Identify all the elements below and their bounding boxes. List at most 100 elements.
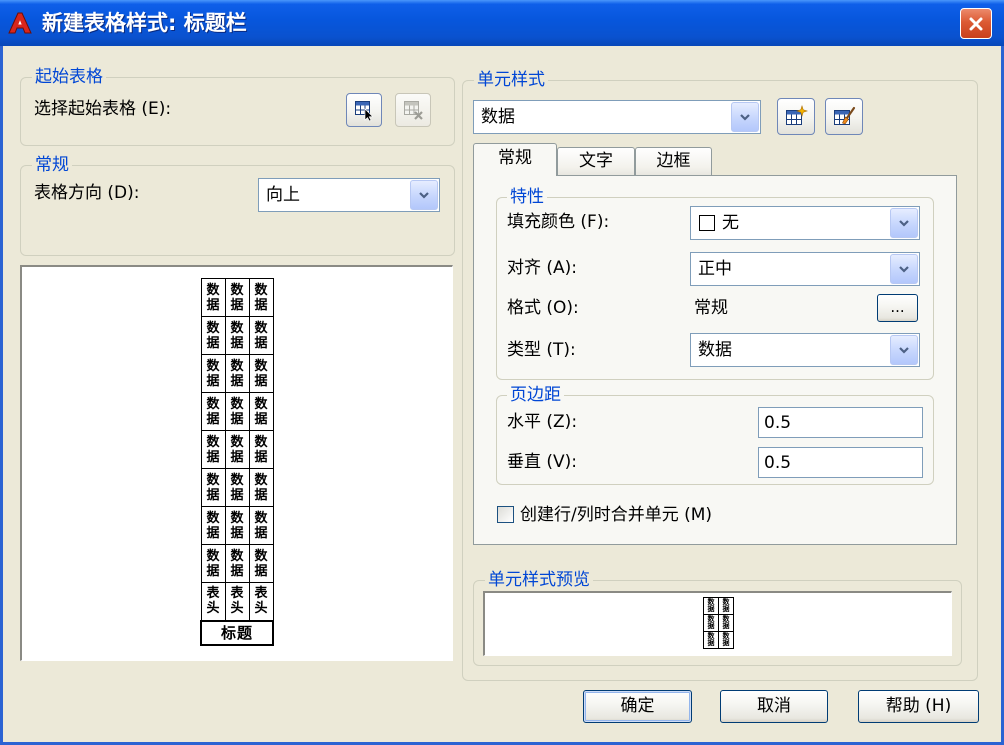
preview-cell-text: 数据 xyxy=(254,548,268,579)
preview-cell-row: 数据 数据 数据 xyxy=(200,392,274,431)
preview-cell-text: 数据 xyxy=(206,320,220,351)
preview-cell-row: 数据 数据 数据 xyxy=(200,316,274,355)
preview-cell-text: 数据 xyxy=(206,434,220,465)
preview-cell: 表头 xyxy=(200,582,226,621)
horizontal-margin-label: 水平 (Z): xyxy=(507,412,578,432)
cell-preview-cell-text: 数据 xyxy=(722,598,730,613)
preview-cell: 数据 xyxy=(224,354,250,393)
create-cell-style-button[interactable] xyxy=(777,98,815,135)
type-dropdown-button[interactable] xyxy=(890,335,918,365)
new-cell-style-icon xyxy=(786,104,808,125)
table-direction-value: 向上 xyxy=(266,185,300,205)
cell-preview-cell-row: 数据 数据 xyxy=(703,614,734,632)
table-delete-icon xyxy=(404,101,423,120)
preview-cell: 表头 xyxy=(224,582,250,621)
preview-cell-text: 数据 xyxy=(230,358,244,389)
fill-color-dropdown[interactable]: 无 xyxy=(690,206,920,240)
tab-general[interactable]: 常规 xyxy=(473,143,557,176)
cell-preview-cell-row: 数据 数据 xyxy=(703,597,734,615)
cell-preview-cell-text: 数据 xyxy=(707,615,715,630)
cell-preview-cell: 数据 xyxy=(703,597,719,615)
cell-styles-group-label: 单元样式 xyxy=(474,70,548,90)
chevron-down-icon xyxy=(740,113,750,121)
preview-cell: 数据 xyxy=(200,354,226,393)
manage-cell-styles-icon xyxy=(834,106,856,125)
preview-cell-row: 数据 数据 数据 xyxy=(200,544,274,583)
preview-cell: 数据 xyxy=(248,506,274,545)
preview-cell: 数据 xyxy=(248,544,274,583)
window-frame-left xyxy=(0,46,3,745)
merge-cells-checkbox[interactable]: ✓ xyxy=(497,506,514,523)
cell-preview-cell-text: 数据 xyxy=(707,598,715,613)
ok-button[interactable]: 确定 xyxy=(583,690,692,723)
close-icon xyxy=(969,17,983,30)
select-table-icon xyxy=(355,101,374,121)
table-direction-dropdown[interactable]: 向上 xyxy=(258,178,440,212)
title-bar[interactable]: 新建表格样式: 标题栏 xyxy=(0,0,1004,46)
preview-cell-text: 表头 xyxy=(254,586,268,617)
preview-cell-text: 数据 xyxy=(254,434,268,465)
preview-cell: 数据 xyxy=(224,316,250,355)
chevron-down-icon xyxy=(899,346,909,354)
cell-preview-cell-text: 数据 xyxy=(722,632,730,647)
alignment-value: 正中 xyxy=(698,259,732,279)
horizontal-margin-input[interactable] xyxy=(758,407,923,438)
cell-preview-cell: 数据 xyxy=(718,631,734,649)
preview-cell: 数据 xyxy=(200,278,226,317)
alignment-dropdown-button[interactable] xyxy=(890,254,918,284)
preview-cell-text: 数据 xyxy=(230,472,244,503)
manage-cell-styles-button[interactable] xyxy=(825,98,863,135)
preview-cell: 数据 xyxy=(224,506,250,545)
chevron-down-icon xyxy=(899,219,909,227)
select-starting-table-label: 选择起始表格 (E): xyxy=(34,99,172,119)
merge-cells-label[interactable]: 创建行/列时合并单元 (M) xyxy=(520,505,712,525)
preview-cell: 数据 xyxy=(248,316,274,355)
preview-cell: 数据 xyxy=(224,430,250,469)
type-dropdown[interactable]: 数据 xyxy=(690,333,920,367)
table-direction-dropdown-button[interactable] xyxy=(410,180,438,210)
preview-cell-text: 表头 xyxy=(230,586,244,617)
preview-cell-row: 数据 数据 数据 xyxy=(200,468,274,507)
cell-style-dropdown[interactable]: 数据 xyxy=(473,100,761,134)
general-group-label: 常规 xyxy=(32,155,72,175)
select-starting-table-button[interactable] xyxy=(346,93,382,127)
help-button[interactable]: 帮助 (H) xyxy=(858,690,979,723)
vertical-margin-input[interactable] xyxy=(758,447,923,478)
margins-group-label: 页边距 xyxy=(507,385,564,405)
format-value: 常规 xyxy=(694,298,728,318)
chevron-down-icon xyxy=(419,191,429,199)
preview-cell-row: 数据 数据 数据 xyxy=(200,506,274,545)
preview-title-cell: 标题 xyxy=(200,619,274,646)
preview-cell: 数据 xyxy=(248,430,274,469)
type-label: 类型 (T): xyxy=(507,340,576,360)
preview-cell: 数据 xyxy=(200,430,226,469)
fill-color-dropdown-button[interactable] xyxy=(890,208,918,238)
table-direction-label: 表格方向 (D): xyxy=(34,183,140,203)
tab-panel-general: 特性 填充颜色 (F): 无 对齐 (A): 正中 格式 (O): 常规 ...… xyxy=(473,175,957,545)
alignment-label: 对齐 (A): xyxy=(507,258,578,278)
alignment-dropdown[interactable]: 正中 xyxy=(690,252,920,286)
tab-borders[interactable]: 边框 xyxy=(635,147,712,176)
preview-cell-text: 数据 xyxy=(230,396,244,427)
preview-cell-text: 数据 xyxy=(230,282,244,313)
cell-style-dropdown-button[interactable] xyxy=(731,102,759,132)
preview-cell-text: 数据 xyxy=(206,396,220,427)
cell-style-preview-group-label: 单元样式预览 xyxy=(485,570,593,590)
tab-text[interactable]: 文字 xyxy=(557,147,635,176)
preview-cell-text: 数据 xyxy=(254,358,268,389)
cell-preview-cell: 数据 xyxy=(703,614,719,632)
preview-title-row: 标题 xyxy=(200,619,274,646)
preview-cell: 数据 xyxy=(224,278,250,317)
preview-cell: 数据 xyxy=(224,392,250,431)
preview-cell-text: 数据 xyxy=(230,434,244,465)
preview-cell-text: 数据 xyxy=(254,472,268,503)
close-button[interactable] xyxy=(960,8,992,39)
preview-cell-row: 数据 数据 数据 xyxy=(200,430,274,469)
preview-cell-text: 数据 xyxy=(206,472,220,503)
preview-cell: 数据 xyxy=(248,468,274,507)
format-browse-button[interactable]: ... xyxy=(877,294,918,322)
preview-cell-text: 数据 xyxy=(230,548,244,579)
cancel-button[interactable]: 取消 xyxy=(720,690,828,723)
cell-preview-cell-row: 数据 数据 xyxy=(703,631,734,649)
preview-cell-text: 数据 xyxy=(254,510,268,541)
